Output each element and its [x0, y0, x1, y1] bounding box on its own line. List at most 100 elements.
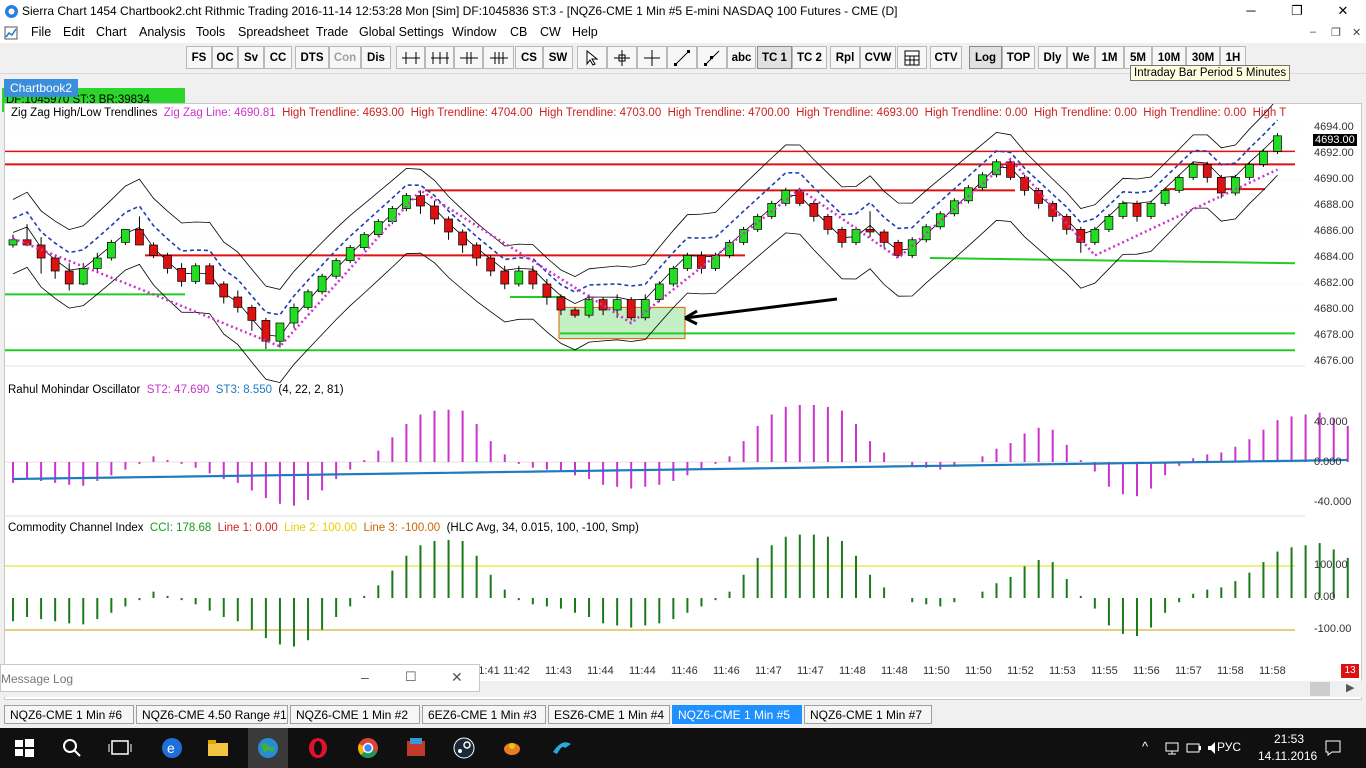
- alert-badge[interactable]: 13: [1341, 664, 1359, 678]
- mdi-restore-button[interactable]: ❐: [1331, 26, 1341, 39]
- menu-cb[interactable]: CB: [510, 25, 527, 39]
- candle-body: [36, 244, 46, 259]
- task-view-icon[interactable]: [108, 736, 132, 760]
- fs-button[interactable]: FS: [186, 46, 212, 69]
- menu-spreadsheet[interactable]: Spreadsheet: [238, 25, 309, 39]
- chart-area[interactable]: [4, 98, 1362, 700]
- candle-body: [219, 283, 229, 298]
- windows-start-icon[interactable]: [12, 736, 36, 760]
- top-button[interactable]: TOP: [1002, 46, 1035, 69]
- ctv-button[interactable]: CTV: [930, 46, 962, 69]
- candle-body: [612, 299, 622, 311]
- steam-icon[interactable]: [452, 736, 476, 760]
- cci-axis-label: 100.00: [1314, 559, 1348, 571]
- app-spider-icon[interactable]: [500, 736, 524, 760]
- msglog-close-button[interactable]: ✕: [451, 669, 463, 686]
- menu-analysis[interactable]: Analysis: [139, 25, 186, 39]
- weekly-button[interactable]: We: [1067, 46, 1095, 69]
- sierra-chart-taskbar-button[interactable]: [248, 728, 288, 768]
- menu-file[interactable]: File: [31, 25, 51, 39]
- mdi-minimize-button[interactable]: –: [1310, 26, 1316, 38]
- cc-button[interactable]: CC: [264, 46, 292, 69]
- chart-tab[interactable]: NQZ6-CME 1 Min #6: [4, 705, 134, 724]
- menu-cw[interactable]: CW: [540, 25, 561, 39]
- bar-spacing-icon[interactable]: [396, 46, 425, 69]
- sw-button[interactable]: SW: [543, 46, 573, 69]
- osc-axis-label: 0.000: [1314, 456, 1342, 468]
- minimize-button[interactable]: ─: [1228, 0, 1274, 23]
- notification-icon[interactable]: [1324, 739, 1342, 757]
- cs-button[interactable]: CS: [515, 46, 543, 69]
- high-trendline-value: High T: [1252, 107, 1287, 119]
- high-trendline-value: High Trendline: 4700.00: [667, 107, 790, 119]
- scroll-right-icon[interactable]: ▶: [1346, 681, 1354, 694]
- oc-button[interactable]: OC: [212, 46, 238, 69]
- text-tool-button[interactable]: abc: [727, 46, 756, 69]
- mdi-close-button[interactable]: ✕: [1352, 26, 1361, 39]
- bar-compress-icon[interactable]: [425, 46, 454, 69]
- menu-trade[interactable]: Trade: [316, 25, 348, 39]
- crosshair-tool-icon[interactable]: [607, 46, 637, 69]
- search-icon[interactable]: [60, 736, 84, 760]
- restore-button[interactable]: ❐: [1274, 0, 1320, 23]
- pointer-tool-icon[interactable]: [577, 46, 607, 69]
- daily-button[interactable]: Dly: [1038, 46, 1067, 69]
- con-button[interactable]: Con: [329, 46, 361, 69]
- edge-icon[interactable]: e: [160, 736, 184, 760]
- chart-tab[interactable]: ESZ6-CME 1 Min #4: [548, 705, 670, 724]
- sv-button[interactable]: Sv: [238, 46, 264, 69]
- cvw-button[interactable]: CVW: [860, 46, 896, 69]
- chart-tab[interactable]: NQZ6-CME 1 Min #7: [804, 705, 932, 724]
- period-1m-button[interactable]: 1M: [1095, 46, 1124, 69]
- keyboard-language[interactable]: РУС: [1217, 740, 1241, 754]
- battery-icon[interactable]: [1186, 740, 1202, 756]
- clock-date[interactable]: 14.11.2016: [1258, 749, 1317, 763]
- clock-time[interactable]: 21:53: [1274, 732, 1304, 746]
- menu-chart[interactable]: Chart: [96, 25, 127, 39]
- dis-button[interactable]: Dis: [361, 46, 391, 69]
- app-arrow-icon[interactable]: [550, 736, 574, 760]
- chart-tab[interactable]: NQZ6-CME 4.50 Range #1: [136, 705, 288, 724]
- line-tool-icon[interactable]: [667, 46, 697, 69]
- chrome-icon[interactable]: [356, 736, 380, 760]
- osc-axis-label: 40.000: [1314, 416, 1348, 428]
- bar-expand-icon[interactable]: [454, 46, 483, 69]
- tc2-button[interactable]: TC 2: [792, 46, 827, 69]
- menu-help[interactable]: Help: [572, 25, 598, 39]
- tray-chevron-icon[interactable]: ^: [1142, 739, 1148, 754]
- calculator-icon[interactable]: [897, 46, 927, 69]
- candle-body: [50, 257, 60, 272]
- close-button[interactable]: ✕: [1320, 0, 1366, 23]
- app-cube-icon[interactable]: [404, 736, 428, 760]
- chart-tab-active[interactable]: NQZ6-CME 1 Min #5: [672, 705, 802, 724]
- cci-params: (HLC Avg, 34, 0.015, 100, -100, Smp): [446, 522, 639, 534]
- chart-tab[interactable]: 6EZ6-CME 1 Min #3: [422, 705, 546, 724]
- file-explorer-icon[interactable]: [206, 736, 230, 760]
- msglog-minimize-button[interactable]: –: [361, 669, 369, 685]
- dts-button[interactable]: DTS: [295, 46, 329, 69]
- message-log-window[interactable]: Message Log – ☐ ✕: [0, 664, 480, 692]
- log-button[interactable]: Log: [969, 46, 1002, 69]
- menu-window[interactable]: Window: [452, 25, 496, 39]
- menu-tools[interactable]: Tools: [196, 25, 225, 39]
- ray-tool-icon[interactable]: [697, 46, 727, 69]
- scrollbar-thumb[interactable]: [1310, 682, 1330, 696]
- time-axis-label: 11:44: [629, 665, 656, 677]
- chartbook-tab[interactable]: Chartbook2: [4, 79, 79, 97]
- time-axis-label: 11:48: [839, 665, 866, 677]
- tc1-button[interactable]: TC 1: [757, 46, 792, 69]
- opera-icon[interactable]: [306, 736, 330, 760]
- candle-body: [1188, 164, 1198, 178]
- bar-adjust-icon[interactable]: [483, 46, 514, 69]
- candle-body: [416, 195, 425, 207]
- menu-edit[interactable]: Edit: [63, 25, 85, 39]
- cursor-tool-icon[interactable]: [637, 46, 667, 69]
- network-icon[interactable]: [1164, 740, 1180, 756]
- cci-axis-label: -100.00: [1314, 623, 1352, 635]
- chart-tab[interactable]: NQZ6-CME 1 Min #2: [290, 705, 420, 724]
- candle-body: [654, 283, 664, 300]
- time-axis-label: 11:46: [713, 665, 740, 677]
- msglog-maximize-button[interactable]: ☐: [405, 669, 417, 685]
- rpl-button[interactable]: Rpl: [830, 46, 860, 69]
- menu-global-settings[interactable]: Global Settings: [359, 25, 444, 39]
